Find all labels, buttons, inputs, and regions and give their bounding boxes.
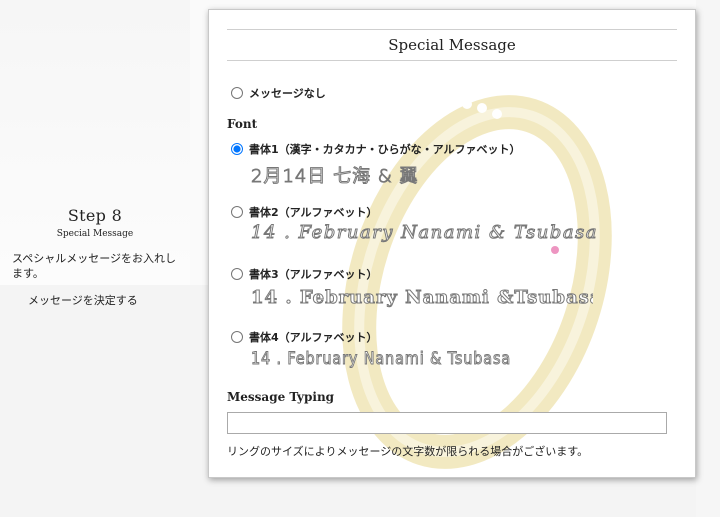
modal-title: Special Message bbox=[388, 36, 516, 54]
title-rule-bottom bbox=[227, 60, 677, 61]
title-rule-top bbox=[227, 29, 677, 30]
font-2-sample: 14 . February Nanami & Tsubasa bbox=[250, 222, 599, 244]
step-description: スペシャルメッセージをお入れします。 bbox=[12, 252, 177, 280]
no-message-label: メッセージなし bbox=[249, 87, 326, 100]
font-1-sample: 2月14日 七海 & 翼 bbox=[251, 166, 419, 188]
font-option-3[interactable]: 書体3（アルファベット） bbox=[231, 266, 378, 282]
font-3-label: 書体3（アルファベット） bbox=[249, 268, 378, 281]
font-2-label: 書体2（アルファベット） bbox=[249, 206, 378, 219]
confirm-message-link[interactable]: メッセージを決定する bbox=[28, 292, 138, 308]
font-1-label: 書体1（漢字・カタカナ・ひらがな・アルファベット） bbox=[249, 143, 521, 156]
message-typing-label: Message Typing bbox=[227, 390, 335, 404]
background-right-edge bbox=[696, 0, 720, 517]
step-header: Step 8 Special Message bbox=[0, 206, 190, 239]
font-option-1[interactable]: 書体1（漢字・カタカナ・ひらがな・アルファベット） bbox=[231, 141, 521, 157]
font-2-radio[interactable] bbox=[231, 206, 243, 218]
font-4-sample: 14 . February Nanami & Tsubasa bbox=[251, 349, 512, 370]
font-3-radio[interactable] bbox=[231, 268, 243, 280]
font-1-radio[interactable] bbox=[231, 143, 243, 155]
message-input[interactable] bbox=[227, 412, 667, 434]
font-4-radio[interactable] bbox=[231, 331, 243, 343]
no-message-radio[interactable] bbox=[231, 87, 243, 99]
font-section-label: Font bbox=[227, 117, 258, 131]
special-message-modal: Special Message メッセージなし Font 書体1（漢字・カタカナ… bbox=[208, 9, 696, 478]
font-option-4[interactable]: 書体4（アルファベット） bbox=[231, 329, 378, 345]
font-3-sample: 14 . February Nanami &Tsubasa bbox=[251, 287, 593, 308]
step-subtitle: Special Message bbox=[56, 229, 134, 239]
length-note: リングのサイズによりメッセージの文字数が限られる場合がございます。 bbox=[227, 445, 589, 458]
step-title: Step 8 bbox=[67, 206, 123, 225]
font-4-label: 書体4（アルファベット） bbox=[249, 331, 378, 344]
font-option-2[interactable]: 書体2（アルファベット） bbox=[231, 204, 378, 220]
no-message-option[interactable]: メッセージなし bbox=[231, 85, 326, 101]
